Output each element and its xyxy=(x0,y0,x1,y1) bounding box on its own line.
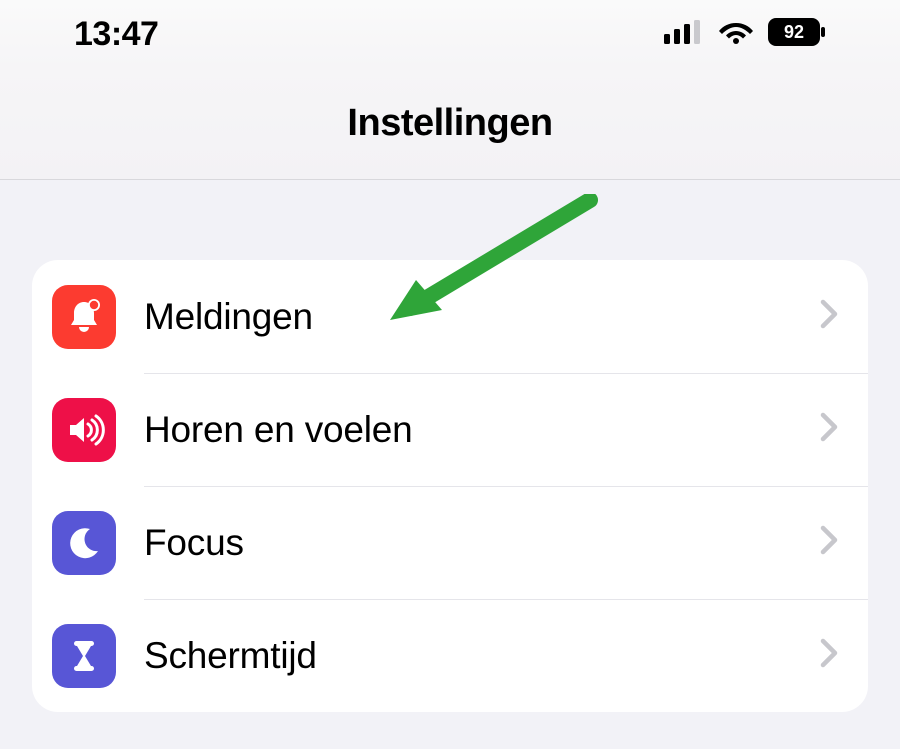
settings-group: Meldingen Horen en voelen xyxy=(32,260,868,712)
settings-row-label: Horen en voelen xyxy=(144,409,820,451)
settings-row-sounds[interactable]: Horen en voelen xyxy=(32,373,868,486)
settings-row-notifications[interactable]: Meldingen xyxy=(32,260,868,373)
bell-badge-icon xyxy=(52,285,116,349)
cellular-signal-icon xyxy=(664,20,704,49)
settings-row-label: Focus xyxy=(144,522,820,564)
moon-icon xyxy=(52,511,116,575)
settings-row-focus[interactable]: Focus xyxy=(32,486,868,599)
hourglass-icon xyxy=(52,624,116,688)
speaker-icon xyxy=(52,398,116,462)
chevron-right-icon xyxy=(820,299,838,334)
settings-row-label: Meldingen xyxy=(144,296,820,338)
chevron-right-icon xyxy=(820,412,838,447)
wifi-icon xyxy=(718,19,754,50)
battery-percent-text: 92 xyxy=(784,22,804,42)
chevron-right-icon xyxy=(820,638,838,673)
status-time: 13:47 xyxy=(74,15,158,54)
settings-content: Meldingen Horen en voelen xyxy=(0,180,900,749)
settings-row-screentime[interactable]: Schermtijd xyxy=(32,599,868,712)
battery-indicator: 92 xyxy=(768,18,826,51)
page-title: Instellingen xyxy=(347,102,552,145)
navigation-bar: Instellingen xyxy=(0,68,900,180)
status-bar: 13:47 92 xyxy=(0,0,900,68)
settings-row-label: Schermtijd xyxy=(144,635,820,677)
status-indicators: 92 xyxy=(664,18,826,51)
chevron-right-icon xyxy=(820,525,838,560)
